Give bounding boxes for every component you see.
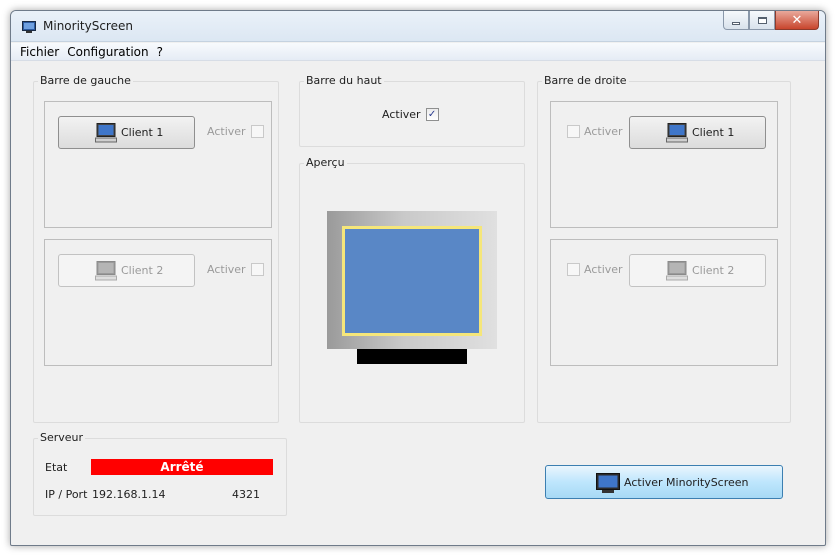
monitor-icon bbox=[596, 473, 620, 493]
computer-icon bbox=[666, 123, 688, 143]
right-client-2-activate-label: Activer bbox=[584, 263, 623, 276]
left-client-1-activate[interactable]: Activer bbox=[207, 125, 264, 138]
right-client-2-checkbox[interactable] bbox=[567, 263, 580, 276]
close-icon: ✕ bbox=[791, 12, 803, 28]
monitor-icon bbox=[22, 21, 36, 33]
right-client-1-box: Activer Client 1 bbox=[550, 101, 778, 228]
right-client-2-label: Client 2 bbox=[692, 264, 735, 277]
menu-fichier[interactable]: Fichier bbox=[20, 45, 59, 59]
computer-icon bbox=[666, 261, 688, 281]
ip-port-label: IP / Port bbox=[45, 488, 88, 501]
right-client-1-button[interactable]: Client 1 bbox=[629, 116, 766, 149]
computer-icon bbox=[95, 123, 117, 143]
maximize-icon bbox=[757, 16, 767, 24]
minimize-icon bbox=[732, 21, 740, 25]
ip-value: 192.168.1.14 bbox=[92, 488, 166, 501]
activate-minorityscreen-button[interactable]: Activer MinorityScreen bbox=[545, 465, 783, 499]
maximize-button[interactable] bbox=[749, 11, 775, 30]
computer-icon bbox=[95, 261, 117, 281]
app-window: MinorityScreen ✕ Fichier Configuration ?… bbox=[10, 10, 826, 546]
left-client-2-activate-label: Activer bbox=[207, 263, 246, 276]
left-bar-group: Barre de gauche Client 1 Activer Client … bbox=[33, 74, 279, 423]
preview-stand bbox=[357, 349, 467, 364]
left-client-1-checkbox[interactable] bbox=[250, 125, 264, 138]
server-group: Serveur bbox=[33, 431, 287, 516]
top-bar-title: Barre du haut bbox=[304, 74, 384, 88]
top-bar-checkbox[interactable]: ✓ bbox=[425, 108, 439, 121]
state-label: Etat bbox=[45, 461, 68, 474]
left-client-1-label: Client 1 bbox=[121, 126, 164, 139]
preview-title: Aperçu bbox=[304, 156, 347, 170]
port-value: 4321 bbox=[232, 488, 260, 501]
right-client-2-button[interactable]: Client 2 bbox=[629, 254, 766, 287]
window-controls: ✕ bbox=[723, 11, 819, 30]
server-title: Serveur bbox=[38, 431, 86, 445]
left-client-2-checkbox[interactable] bbox=[250, 263, 264, 276]
title-bar[interactable]: MinorityScreen ✕ bbox=[11, 11, 825, 42]
window-title: MinorityScreen bbox=[43, 19, 133, 33]
left-client-2-activate[interactable]: Activer bbox=[207, 263, 264, 276]
left-client-1-box: Client 1 Activer bbox=[44, 101, 272, 228]
menu-help[interactable]: ? bbox=[157, 45, 163, 59]
right-client-1-label: Client 1 bbox=[692, 126, 735, 139]
activate-label: Activer MinorityScreen bbox=[624, 476, 749, 489]
menu-bar: Fichier Configuration ? bbox=[11, 43, 825, 61]
left-bar-title: Barre de gauche bbox=[38, 74, 133, 88]
right-client-1-activate-label: Activer bbox=[584, 125, 623, 138]
close-button[interactable]: ✕ bbox=[775, 11, 819, 30]
right-client-1-checkbox[interactable] bbox=[567, 125, 580, 138]
preview-screen bbox=[342, 226, 482, 336]
menu-configuration[interactable]: Configuration bbox=[67, 45, 148, 59]
top-bar-activate[interactable]: Activer ✓ bbox=[382, 108, 439, 121]
left-client-2-button[interactable]: Client 2 bbox=[58, 254, 195, 287]
status-badge: Arrêté bbox=[91, 459, 273, 475]
left-client-2-label: Client 2 bbox=[121, 264, 164, 277]
left-client-2-box: Client 2 Activer bbox=[44, 239, 272, 366]
preview-monitor bbox=[327, 211, 497, 349]
left-client-1-button[interactable]: Client 1 bbox=[58, 116, 195, 149]
minimize-button[interactable] bbox=[723, 11, 749, 30]
right-client-2-box: Activer Client 2 bbox=[550, 239, 778, 366]
right-client-1-activate[interactable]: Activer bbox=[567, 125, 623, 138]
right-client-2-activate[interactable]: Activer bbox=[567, 263, 623, 276]
top-bar-group: Barre du haut Activer ✓ bbox=[299, 74, 525, 147]
right-bar-group: Barre de droite Activer Client 1 Activer bbox=[537, 74, 791, 423]
left-client-1-activate-label: Activer bbox=[207, 125, 246, 138]
right-bar-title: Barre de droite bbox=[542, 74, 629, 88]
top-bar-activate-label: Activer bbox=[382, 108, 421, 121]
